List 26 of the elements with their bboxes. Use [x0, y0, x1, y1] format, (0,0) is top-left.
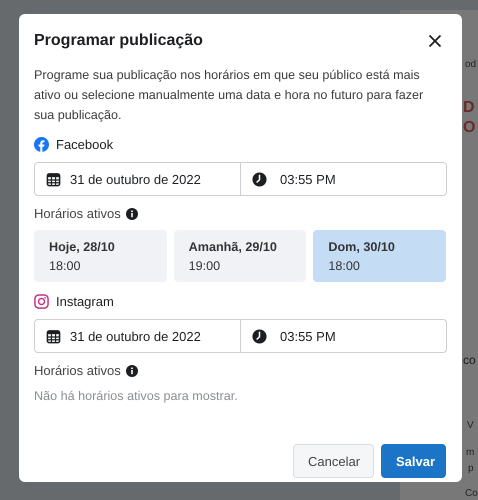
background-text: O [463, 119, 476, 136]
background-text: m [466, 447, 474, 458]
info-icon[interactable] [126, 364, 138, 376]
time-slot[interactable]: Hoje, 28/10 18:00 [34, 230, 167, 282]
empty-message: Não há horários ativos para mostrar. [34, 389, 239, 403]
background-text: p [468, 463, 474, 474]
background-text: od [465, 59, 476, 70]
section-label: Horários ativos [34, 206, 121, 221]
save-button[interactable]: Salvar [381, 444, 446, 478]
section-label: Horários ativos [34, 363, 121, 378]
facebook-icon [34, 136, 49, 152]
background-text: V [467, 420, 474, 431]
cancel-button[interactable]: Cancelar [293, 444, 374, 478]
background-text: co [463, 354, 476, 367]
dialog-description: Programe sua publicação nos horários em que seu público está mais ativo ou selecione manualmente uma data e hora no futuro para fazer sua publicação. [34, 67, 424, 124]
time-slot[interactable]: Amanhã, 29/10 19:00 [174, 230, 306, 282]
instagram-icon [34, 294, 49, 308]
platform-name: Instagram [56, 294, 114, 308]
time-slot[interactable]: Dom, 30/10 18:00 [313, 230, 446, 282]
close-icon [428, 34, 442, 48]
background-text: Co [465, 488, 478, 499]
info-icon[interactable] [126, 208, 138, 220]
background-text: D [463, 99, 475, 116]
platform-name: Facebook [56, 136, 114, 152]
dialog-title: Programar publicação [34, 32, 203, 50]
close-button[interactable] [428, 34, 442, 48]
